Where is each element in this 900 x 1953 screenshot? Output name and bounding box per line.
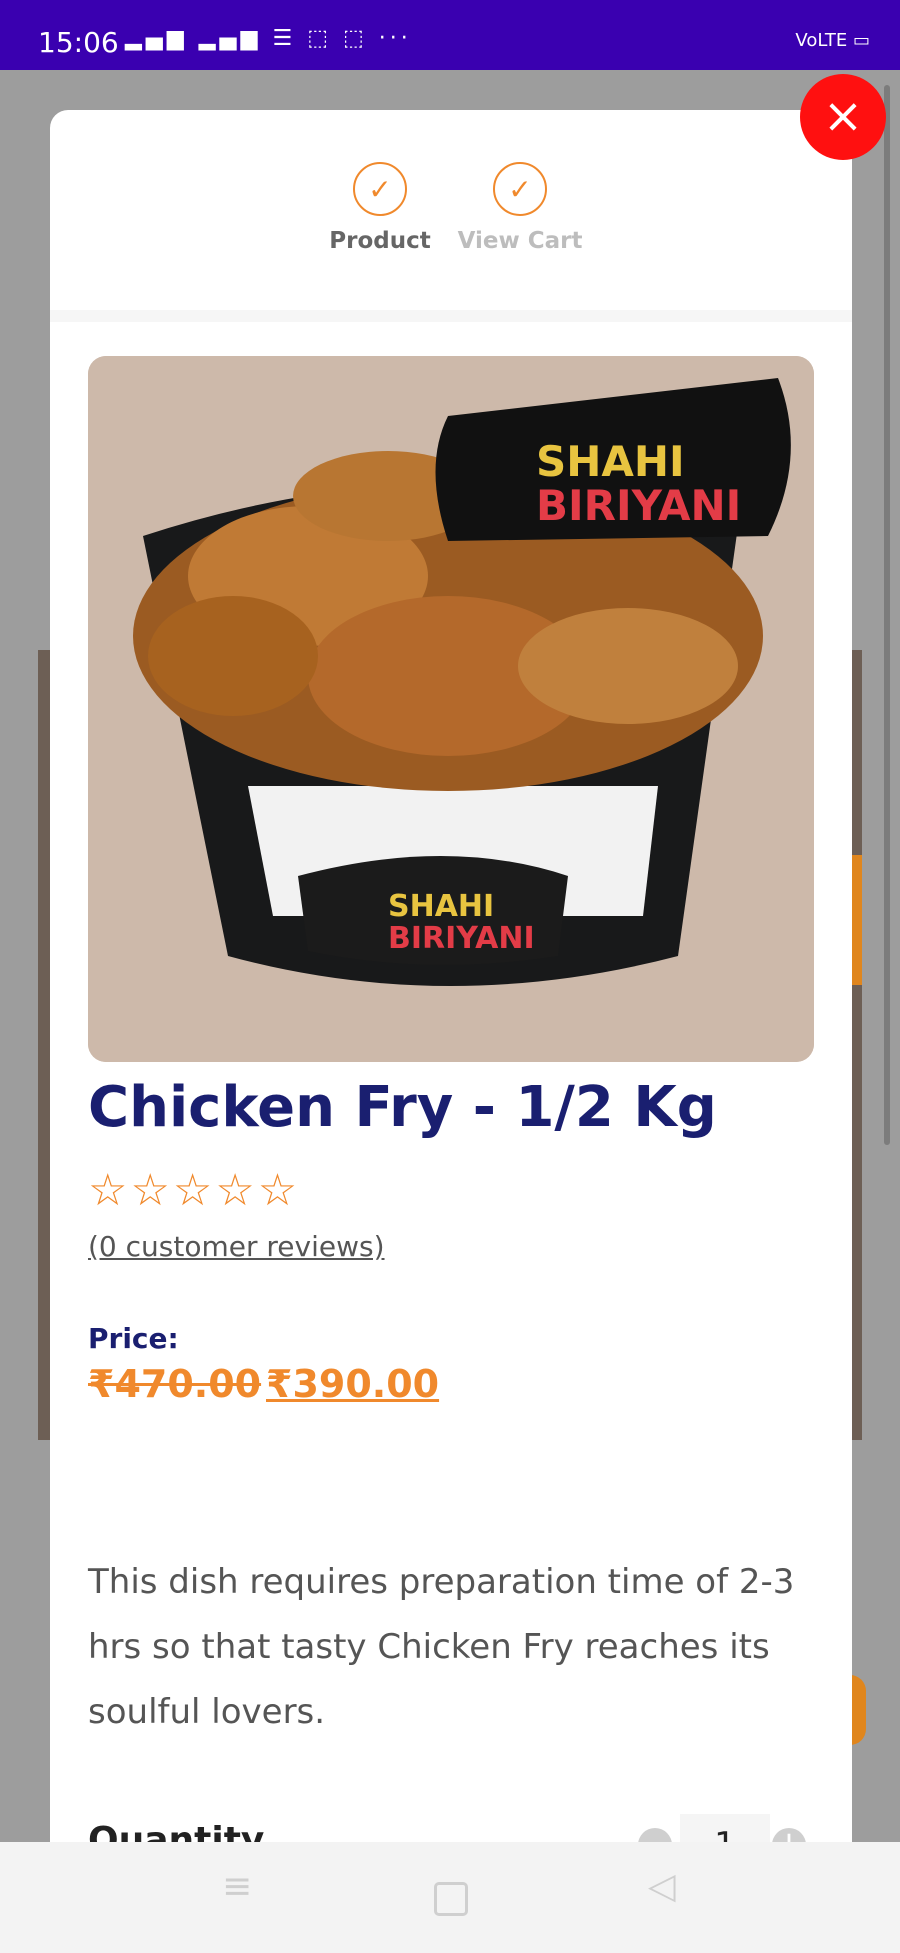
old-price: ₹470.00	[88, 1362, 262, 1406]
battery-icon: VoLTE ▭	[795, 30, 870, 51]
checkout-steps: ✓ Product ✓ View Cart	[50, 162, 852, 302]
brand-text: BIRIYANI	[536, 481, 741, 530]
step-view-cart[interactable]: ✓ View Cart	[445, 162, 595, 254]
check-icon: ✓	[493, 162, 547, 216]
scrollbar-thumb[interactable]	[884, 85, 890, 1145]
status-bar: 15:06 ▂▄▆ ▂▄▆ ☰ ⬚ ⬚ ··· VoLTE ▭	[0, 0, 900, 70]
new-price[interactable]: ₹390.00	[266, 1362, 439, 1406]
step-product-label: Product	[329, 228, 431, 254]
brand-text: SHAHI	[536, 437, 685, 486]
decrease-quantity-button[interactable]: −	[638, 1827, 672, 1842]
menu-icon[interactable]: ≡	[222, 1866, 252, 1907]
price-label: Price:	[88, 1322, 179, 1355]
brand-text: BIRIYANI	[388, 921, 535, 956]
quantity-input[interactable]: 1	[680, 1814, 770, 1842]
divider	[50, 310, 852, 322]
step-view-cart-label: View Cart	[457, 228, 583, 254]
home-icon[interactable]	[434, 1882, 468, 1916]
product-modal: ✓ Product ✓ View Cart SHAHI BIRIYANI SHA…	[50, 110, 852, 1842]
check-icon: ✓	[353, 162, 407, 216]
step-product[interactable]: ✓ Product	[305, 162, 455, 254]
product-image: SHAHI BIRIYANI SHAHI BIRIYANI	[88, 356, 814, 1062]
increase-quantity-button[interactable]: +	[772, 1827, 806, 1842]
system-nav-bar: ≡ ◁	[0, 1842, 900, 1953]
product-description: This dish requires preparation time of 2…	[88, 1562, 795, 1732]
close-button[interactable]: ×	[800, 74, 886, 160]
close-icon: ×	[822, 88, 864, 144]
back-icon[interactable]: ◁	[648, 1866, 676, 1907]
customer-reviews-link[interactable]: (0 customer reviews)	[88, 1230, 385, 1263]
product-title: Chicken Fry - 1/2 Kg	[88, 1075, 717, 1140]
signal-icons: ▂▄▆ ▂▄▆ ☰ ⬚ ⬚ ···	[125, 26, 412, 51]
background-accent	[850, 1675, 866, 1745]
rating-stars[interactable]: ☆☆☆☆☆	[88, 1165, 300, 1216]
fried-chicken-photo: SHAHI BIRIYANI SHAHI BIRIYANI	[88, 356, 814, 1062]
quantity-label: Quantity	[88, 1820, 265, 1842]
status-time: 15:06	[38, 26, 119, 59]
brand-text: SHAHI	[388, 889, 494, 924]
